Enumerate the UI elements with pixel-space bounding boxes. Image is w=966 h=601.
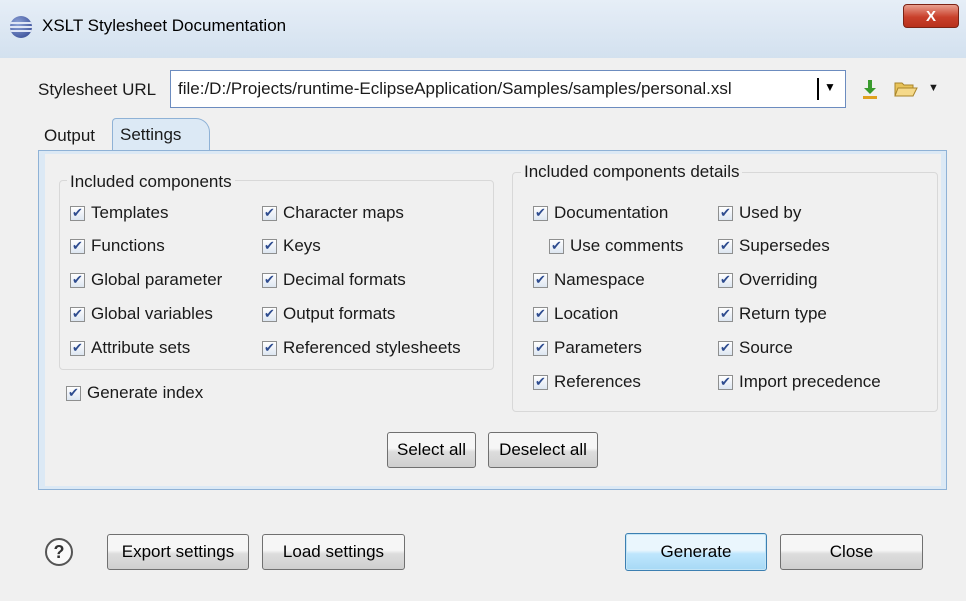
checkbox-box[interactable] [718, 237, 733, 257]
checkbox-label: Character maps [283, 203, 404, 222]
close-button[interactable]: Close [780, 534, 923, 570]
checkbox-label: Source [739, 338, 793, 357]
load-settings-button[interactable]: Load settings [262, 534, 405, 570]
deselect-all-button[interactable]: Deselect all [488, 432, 598, 468]
checkbox-label: Import precedence [739, 372, 881, 391]
checkbox-box[interactable] [262, 237, 277, 257]
checkbox-label: Parameters [554, 338, 642, 357]
checkbox-label: Global variables [91, 304, 213, 323]
checkbox-box[interactable] [718, 305, 733, 325]
help-icon[interactable]: ? [45, 538, 73, 566]
checkbox-box[interactable] [718, 339, 733, 359]
checkbox-box[interactable] [66, 384, 81, 404]
checkbox-label: Overriding [739, 270, 818, 289]
checkbox-label: Generate index [87, 383, 204, 402]
stylesheet-url-combo[interactable]: file:/D:/Projects/runtime-EclipseApplica… [170, 70, 846, 108]
checkbox-box[interactable] [549, 237, 564, 257]
checkbox-label: Location [554, 304, 619, 323]
checkbox-box[interactable] [718, 271, 733, 291]
checkbox-label: References [554, 372, 641, 391]
checkbox-box[interactable] [533, 204, 548, 224]
checkbox-box[interactable] [70, 271, 85, 291]
checkbox-box[interactable] [262, 271, 277, 291]
checkbox-box[interactable] [70, 305, 85, 325]
text-caret [817, 78, 819, 100]
checkbox-label: Return type [739, 304, 827, 323]
title-bar: XSLT Stylesheet Documentation X [0, 0, 966, 58]
checkbox-label: Attribute sets [91, 338, 191, 357]
stylesheet-url-value[interactable]: file:/D:/Projects/runtime-EclipseApplica… [178, 79, 808, 99]
included-components-details-title: Included components details [521, 162, 743, 182]
url-dropdown-arrow[interactable]: ▼ [824, 80, 836, 94]
checkbox-box[interactable] [533, 373, 548, 393]
checkbox-label: Used by [739, 203, 802, 222]
checkbox-label: Namespace [554, 270, 645, 289]
checkbox-box[interactable] [533, 339, 548, 359]
checkbox-label: Output formats [283, 304, 396, 323]
checkbox-label: Supersedes [739, 236, 830, 255]
checkbox-label: Documentation [554, 203, 669, 222]
download-arrow-icon[interactable] [860, 78, 880, 100]
checkbox-label: Use comments [570, 236, 684, 255]
checkbox-box[interactable] [718, 373, 733, 393]
browse-menu-arrow[interactable]: ▼ [928, 82, 939, 94]
checkbox-label: Referenced stylesheets [283, 338, 461, 357]
checkbox-label: Decimal formats [283, 270, 406, 289]
checkbox-box[interactable] [533, 305, 548, 325]
export-settings-button[interactable]: Export settings [107, 534, 249, 570]
checkbox-box[interactable] [533, 271, 548, 291]
checkbox-label: Keys [283, 236, 321, 255]
stylesheet-url-label: Stylesheet URL [38, 80, 157, 99]
checkbox-box[interactable] [262, 204, 277, 224]
checkbox-label: Global parameter [91, 270, 223, 289]
tab-output[interactable]: Output [44, 126, 95, 150]
open-folder-icon[interactable] [894, 80, 918, 98]
eclipse-icon [10, 16, 32, 38]
checkbox-box[interactable] [70, 204, 85, 224]
checkbox-label: Templates [91, 203, 169, 222]
checkbox-box[interactable] [70, 339, 85, 359]
checkbox-box[interactable] [718, 204, 733, 224]
window-close-button[interactable]: X [903, 4, 959, 28]
checkbox-box[interactable] [262, 339, 277, 359]
checkbox-box[interactable] [262, 305, 277, 325]
tab-settings[interactable]: Settings [112, 118, 210, 150]
select-all-button[interactable]: Select all [387, 432, 476, 468]
included-components-title: Included components [67, 172, 235, 192]
checkbox-box[interactable] [70, 237, 85, 257]
checkbox-label: Functions [91, 236, 165, 255]
generate-button[interactable]: Generate [625, 533, 767, 571]
window-title: XSLT Stylesheet Documentation [42, 16, 287, 35]
